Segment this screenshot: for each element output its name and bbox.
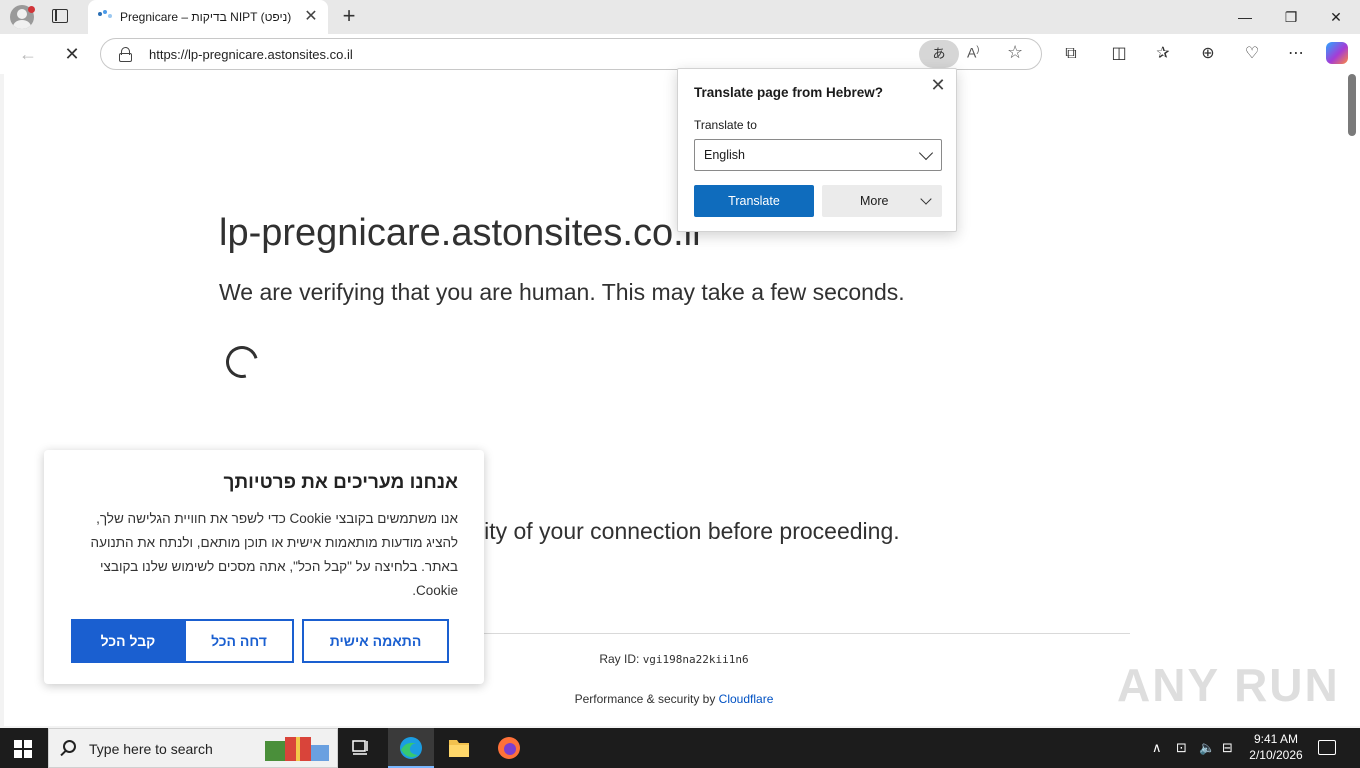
translate-close-icon[interactable]: ✕ bbox=[928, 75, 948, 95]
network-icon[interactable]: ⊟ bbox=[1222, 740, 1233, 756]
address-bar[interactable]: https://lp-pregnicare.astonsites.co.il あ… bbox=[100, 38, 1042, 70]
customize-button[interactable]: התאמה אישית bbox=[302, 619, 449, 663]
volume-icon[interactable]: 🔈 bbox=[1199, 740, 1215, 756]
chevron-down-icon bbox=[918, 145, 934, 161]
tab-close-icon[interactable]: ✕ bbox=[302, 8, 320, 26]
collections-icon[interactable]: ⊕ bbox=[1196, 42, 1220, 66]
taskbar-search[interactable]: Type here to search bbox=[48, 728, 338, 768]
accept-all-button[interactable]: קבל הכל bbox=[71, 619, 185, 663]
file-explorer-icon[interactable] bbox=[436, 728, 482, 768]
page-domain-heading: lp-pregnicare.astonsites.co.il bbox=[219, 212, 701, 254]
more-button[interactable]: More bbox=[822, 185, 942, 217]
taskbar-clock[interactable]: 9:41 AM 2/10/2026 bbox=[1246, 731, 1306, 763]
tab-actions-icon[interactable] bbox=[52, 9, 68, 23]
cookie-consent-banner: אנחנו מעריכים את פרטיותך אנו משתמשים בקו… bbox=[44, 450, 484, 684]
restore-button[interactable]: ❐ bbox=[1268, 0, 1314, 34]
cookie-title: אנחנו מעריכים את פרטיותך bbox=[223, 472, 458, 493]
firefox-icon[interactable] bbox=[486, 728, 532, 768]
extensions-icon[interactable]: ⧉ bbox=[1059, 42, 1083, 66]
cookie-body: אנו משתמשים בקובצי Cookie כדי לשפר את חו… bbox=[90, 511, 458, 598]
language-value: English bbox=[704, 148, 745, 162]
chevron-down-icon bbox=[920, 193, 932, 205]
translate-button[interactable]: Translate bbox=[694, 185, 814, 217]
browser-essentials-icon[interactable]: ♡ bbox=[1240, 42, 1264, 66]
translate-title: Translate page from Hebrew? bbox=[694, 85, 884, 100]
windows-start-icon[interactable] bbox=[14, 740, 32, 758]
lock-icon[interactable] bbox=[119, 47, 132, 62]
search-icon bbox=[63, 740, 76, 753]
translate-popup: Translate page from Hebrew? ✕ Translate … bbox=[677, 68, 957, 232]
loading-spinner-icon bbox=[220, 340, 264, 384]
cloudflare-link[interactable]: Cloudflare bbox=[719, 692, 774, 706]
notifications-icon[interactable] bbox=[1318, 740, 1336, 755]
back-arrow-icon[interactable]: ← bbox=[15, 42, 41, 66]
clock-time: 9:41 AM bbox=[1253, 732, 1299, 746]
translate-to-label: Translate to bbox=[694, 118, 757, 132]
more-label: More bbox=[860, 194, 889, 208]
edge-taskbar-icon[interactable] bbox=[388, 728, 434, 768]
copilot-icon[interactable] bbox=[1326, 42, 1348, 64]
page-viewport: lp-pregnicare.astonsites.co.il We are ve… bbox=[4, 74, 1344, 726]
tab-title: Pregnicare – בדיקות NIPT (ניפט) מ bbox=[120, 10, 292, 24]
settings-more-icon[interactable]: ⋯ bbox=[1284, 42, 1308, 66]
ray-id-label: Ray ID: bbox=[599, 652, 643, 666]
ray-id-code: vgi198na22kii1n6 bbox=[642, 653, 749, 666]
new-tab-button[interactable]: + bbox=[338, 4, 360, 28]
language-select[interactable]: English bbox=[694, 139, 942, 171]
meet-now-icon[interactable]: ⊡ bbox=[1176, 740, 1187, 756]
tray-chevron-up-icon[interactable]: ∧ bbox=[1152, 740, 1162, 756]
translate-icon[interactable]: あ bbox=[919, 40, 959, 68]
page-scrollbar[interactable] bbox=[1344, 74, 1360, 726]
favorite-star-icon[interactable]: ☆ bbox=[1007, 42, 1023, 63]
verifying-text: We are verifying that you are human. Thi… bbox=[219, 279, 905, 305]
profile-notification-dot bbox=[28, 6, 35, 13]
clock-date: 2/10/2026 bbox=[1249, 748, 1303, 762]
anyrun-watermark-logo: ANY RUN bbox=[1117, 659, 1340, 711]
reject-all-button[interactable]: דחה הכל bbox=[184, 619, 294, 663]
minimize-button[interactable]: — bbox=[1222, 0, 1268, 34]
loading-favicon-icon bbox=[98, 10, 112, 20]
read-aloud-icon[interactable]: A) bbox=[967, 44, 979, 61]
url-text[interactable]: https://lp-pregnicare.astonsites.co.il bbox=[149, 47, 353, 62]
search-placeholder: Type here to search bbox=[89, 741, 213, 757]
favorites-icon[interactable]: ✰ bbox=[1151, 42, 1175, 66]
performance-text: Performance & security by bbox=[574, 692, 719, 706]
task-view-icon[interactable] bbox=[338, 728, 384, 768]
split-screen-icon[interactable]: ◫ bbox=[1107, 42, 1131, 66]
scrollbar-thumb[interactable] bbox=[1348, 74, 1356, 136]
tab-pregnicare[interactable]: Pregnicare – בדיקות NIPT (ניפט) מ ✕ bbox=[88, 0, 328, 34]
stop-loading-icon[interactable]: ✕ bbox=[59, 42, 85, 66]
search-highlight-gifts-icon bbox=[265, 737, 329, 761]
tab-strip: Pregnicare – בדיקות NIPT (ניפט) מ ✕ + — … bbox=[0, 0, 1360, 34]
window-close-button[interactable]: ✕ bbox=[1313, 0, 1359, 34]
taskbar: Type here to search ∧ ⊡ 🔈 ⊟ 9:41 AM 2/10… bbox=[0, 728, 1360, 768]
